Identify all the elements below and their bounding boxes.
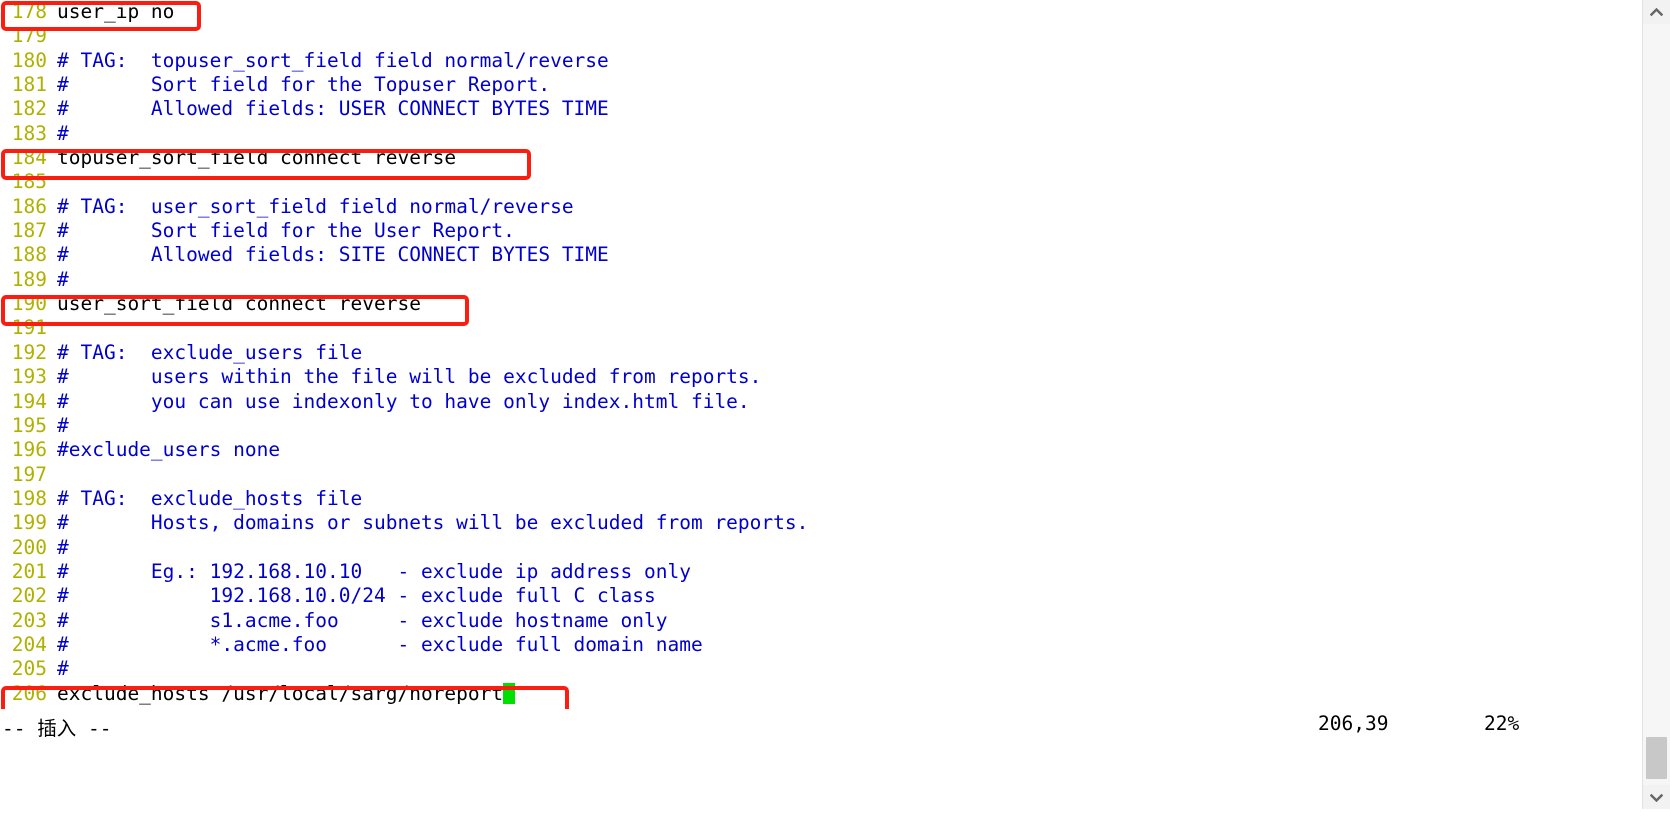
line-content: #: [57, 413, 69, 437]
line-number: 200: [11, 535, 47, 559]
line-content: # users within the file will be excluded…: [57, 365, 762, 389]
buffer-line[interactable]: 206 exclude_hosts /usr/local/sarg/norepor…: [0, 682, 1642, 706]
status-file-percent: 22%: [1484, 712, 1520, 735]
line-content: # TAG: topuser_sort_field field normal/r…: [57, 48, 609, 72]
buffer-line[interactable]: 179: [0, 24, 1642, 48]
line-number: 189: [11, 267, 47, 291]
line-number: 191: [11, 316, 47, 340]
line-number: 183: [11, 121, 47, 145]
line-number: 203: [11, 608, 47, 632]
line-number: 180: [11, 48, 47, 72]
line-number: 179: [11, 24, 47, 48]
line-content: # you can use indexonly to have only ind…: [57, 389, 750, 413]
buffer-line[interactable]: 184 topuser_sort_field connect reverse: [0, 146, 1642, 170]
line-content: # Allowed fields: SITE CONNECT BYTES TIM…: [57, 243, 609, 267]
buffer-line[interactable]: 182 # Allowed fields: USER CONNECT BYTES …: [0, 97, 1642, 121]
line-number: 188: [11, 243, 47, 267]
buffer-line[interactable]: 188 # Allowed fields: SITE CONNECT BYTES …: [0, 243, 1642, 267]
buffer-line[interactable]: 186 # TAG: user_sort_field field normal/r…: [0, 195, 1642, 219]
line-content: # TAG: exclude_users file: [57, 340, 363, 364]
vertical-scrollbar[interactable]: [1642, 0, 1670, 809]
line-number: 182: [11, 97, 47, 121]
buffer-line[interactable]: 178 user_ip no: [0, 0, 1642, 24]
scrollbar-down-button[interactable]: [1643, 785, 1670, 809]
line-content: # TAG: exclude_hosts file: [57, 486, 363, 510]
buffer-lines: 178 user_ip no 179 180 # TAG: topuser_sort_f…: [0, 0, 1642, 706]
line-content: #: [57, 267, 69, 291]
buffer-line[interactable]: 181 # Sort field for the Topuser Report.: [0, 73, 1642, 97]
line-number: 197: [11, 462, 47, 486]
buffer-line[interactable]: 200 #: [0, 536, 1642, 560]
line-number: 206: [11, 681, 47, 705]
line-content: # 192.168.10.0/24 - exclude full C class: [57, 584, 656, 608]
line-number: 194: [11, 389, 47, 413]
line-number: 199: [11, 511, 47, 535]
buffer-line[interactable]: 194 # you can use indexonly to have only …: [0, 390, 1642, 414]
line-content: # *.acme.foo - exclude full domain name: [57, 632, 703, 656]
line-content: topuser_sort_field connect reverse: [57, 146, 457, 170]
buffer-line[interactable]: 180 # TAG: topuser_sort_field field norma…: [0, 49, 1642, 73]
line-content: exclude_hosts /usr/local/sarg/noreport: [57, 681, 504, 705]
line-number: 205: [11, 657, 47, 681]
buffer-line[interactable]: 190 user_sort_field connect reverse: [0, 292, 1642, 316]
vim-editor-window: 178 user_ip no 179 180 # TAG: topuser_sort_f…: [0, 0, 1670, 809]
line-content: # Allowed fields: USER CONNECT BYTES TIM…: [57, 97, 609, 121]
buffer-line[interactable]: 189 #: [0, 268, 1642, 292]
chevron-down-icon: [1650, 793, 1663, 802]
buffer-line[interactable]: 197: [0, 463, 1642, 487]
scrollbar-up-button[interactable]: [1643, 0, 1670, 24]
line-content: #: [57, 535, 69, 559]
buffer-line[interactable]: 187 # Sort field for the User Report.: [0, 219, 1642, 243]
text-cursor: [503, 682, 515, 704]
line-number: 190: [11, 292, 47, 316]
scrollbar-thumb[interactable]: [1646, 737, 1667, 779]
line-number: 201: [11, 559, 47, 583]
status-mode-indicator: -- 插入 --: [2, 717, 112, 740]
status-cursor-position: 206,39: [1318, 712, 1389, 735]
line-content: user_sort_field connect reverse: [57, 292, 421, 316]
line-content: user_ip no: [57, 0, 175, 23]
line-content: # s1.acme.foo - exclude hostname only: [57, 608, 668, 632]
line-number: 181: [11, 73, 47, 97]
line-number: 187: [11, 219, 47, 243]
line-content: # Hosts, domains or subnets will be excl…: [57, 511, 809, 535]
chevron-up-icon: [1650, 7, 1663, 17]
editor-text-area[interactable]: 178 user_ip no 179 180 # TAG: topuser_sort_f…: [0, 0, 1642, 809]
line-number: 192: [11, 340, 47, 364]
buffer-line[interactable]: 191: [0, 316, 1642, 340]
line-content: # TAG: user_sort_field field normal/reve…: [57, 194, 574, 218]
buffer-line[interactable]: 195 #: [0, 414, 1642, 438]
line-number: 186: [11, 194, 47, 218]
line-number: 202: [11, 584, 47, 608]
line-number: 196: [11, 438, 47, 462]
buffer-line[interactable]: 204 # *.acme.foo - exclude full domain na…: [0, 633, 1642, 657]
buffer-line[interactable]: 199 # Hosts, domains or subnets will be e…: [0, 511, 1642, 535]
buffer-line[interactable]: 196 #exclude_users none: [0, 438, 1642, 462]
line-content: # Eg.: 192.168.10.10 - exclude ip addres…: [57, 559, 691, 583]
line-content: #exclude_users none: [57, 438, 281, 462]
buffer-line[interactable]: 203 # s1.acme.foo - exclude hostname only: [0, 609, 1642, 633]
line-content: # Sort field for the User Report.: [57, 219, 515, 243]
buffer-line[interactable]: 202 # 192.168.10.0/24 - exclude full C cl…: [0, 584, 1642, 608]
buffer-line[interactable]: 183 #: [0, 122, 1642, 146]
line-number: 178: [11, 0, 47, 23]
buffer-line[interactable]: 205 #: [0, 657, 1642, 681]
vim-status-line: -- 插入 -- 206,39 22%: [0, 709, 1642, 743]
buffer-line[interactable]: 201 # Eg.: 192.168.10.10 - exclude ip add…: [0, 560, 1642, 584]
buffer-line[interactable]: 192 # TAG: exclude_users file: [0, 341, 1642, 365]
buffer-line[interactable]: 193 # users within the file will be exclu…: [0, 365, 1642, 389]
line-number: 185: [11, 170, 47, 194]
line-number: 184: [11, 146, 47, 170]
buffer-line[interactable]: 198 # TAG: exclude_hosts file: [0, 487, 1642, 511]
line-number: 193: [11, 365, 47, 389]
line-number: 195: [11, 413, 47, 437]
line-content: # Sort field for the Topuser Report.: [57, 73, 551, 97]
line-content: #: [57, 657, 69, 681]
buffer-line[interactable]: 185: [0, 170, 1642, 194]
line-number: 204: [11, 632, 47, 656]
line-content: #: [57, 121, 69, 145]
scrollbar-track[interactable]: [1643, 24, 1670, 785]
line-number: 198: [11, 486, 47, 510]
